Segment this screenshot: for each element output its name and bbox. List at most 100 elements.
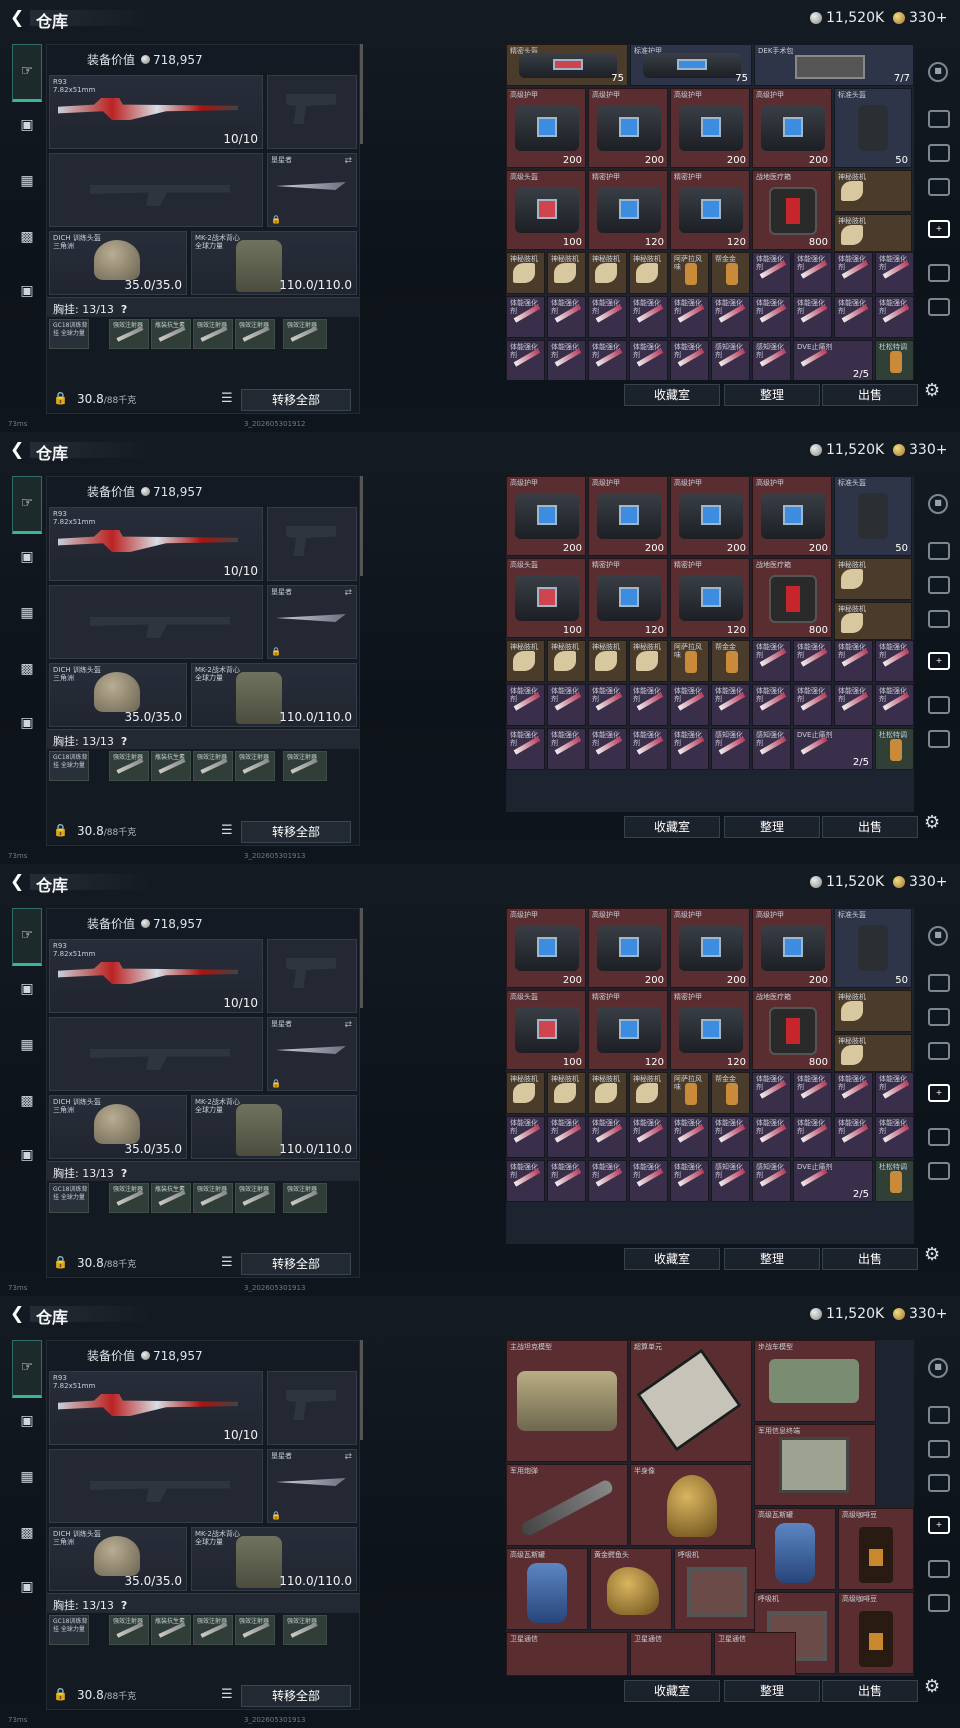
stash-item[interactable]: 体能强化剂: [875, 640, 914, 682]
back-arrow-icon[interactable]: ❮: [10, 873, 26, 891]
container-icon[interactable]: [928, 576, 950, 594]
sidearm-slot[interactable]: [267, 1371, 357, 1445]
stash-item[interactable]: 感知强化剂: [711, 340, 750, 380]
stash-item[interactable]: 高级护甲 200: [506, 476, 586, 556]
stash-item[interactable]: 感知强化剂: [752, 1160, 791, 1202]
container-icon[interactable]: [928, 974, 950, 992]
chest-item[interactable]: 强效注射器: [283, 1615, 327, 1645]
stash-item[interactable]: 神秘肢机: [629, 252, 668, 294]
primary-weapon-slot[interactable]: R93 7.82x51mm 10/10: [49, 939, 263, 1013]
sidearm-slot[interactable]: [267, 507, 357, 581]
container-icon[interactable]: [928, 144, 950, 162]
transfer-all-button[interactable]: 转移全部: [241, 1685, 351, 1707]
backpack-icon[interactable]: ▦: [12, 166, 42, 196]
stash-item[interactable]: 体能强化剂: [834, 1072, 873, 1114]
stash-item[interactable]: 体能强化剂: [875, 252, 914, 294]
stash-item[interactable]: 体能强化剂: [588, 340, 627, 380]
container-icon[interactable]: [928, 1440, 950, 1458]
stash-item[interactable]: 体能强化剂: [506, 684, 545, 726]
list-icon[interactable]: ☰: [221, 391, 237, 407]
secondary-weapon-slot[interactable]: [49, 1449, 263, 1523]
stash-item[interactable]: 卫星通信: [506, 1632, 628, 1676]
list-icon[interactable]: ☰: [221, 1255, 237, 1271]
chest-rig-row[interactable]: 胸挂: 13/13 ?: [47, 297, 359, 317]
melee-slot[interactable]: 垦星者 ⇄ 🔒: [267, 1017, 357, 1091]
vest-icon[interactable]: ▣: [12, 974, 42, 1004]
transfer-all-button[interactable]: 转移全部: [241, 1253, 351, 1275]
helmet-slot[interactable]: DICH 训练头盔 三角洲 35.0/35.0: [49, 1095, 187, 1159]
container-icon[interactable]: [928, 696, 950, 714]
stash-item[interactable]: 帮金金: [711, 252, 750, 294]
silver-currency[interactable]: 11,520K: [810, 874, 884, 890]
stash-item[interactable]: 体能强化剂: [670, 340, 709, 380]
chest-item[interactable]: 强效注射器: [109, 319, 149, 349]
vest-icon[interactable]: ▣: [12, 542, 42, 572]
chest-item[interactable]: 瓶装抗生素: [151, 1183, 191, 1213]
stash-item[interactable]: 主战坦克模型: [506, 1340, 628, 1462]
stash-item[interactable]: 体能强化剂: [506, 728, 545, 770]
armor-slot[interactable]: MK-2战术背心 全球力量 110.0/110.0: [191, 1527, 357, 1591]
storage-icon[interactable]: ▩: [12, 654, 42, 684]
stash-item[interactable]: 帮金金: [711, 640, 750, 682]
stash-item[interactable]: 神秘肢机: [506, 252, 545, 294]
favorites-button[interactable]: 收藏室: [624, 1680, 720, 1702]
stash-item[interactable]: 体能强化剂: [588, 1160, 627, 1202]
stash-item[interactable]: 神秘肢机: [834, 558, 912, 600]
stash-item[interactable]: 体能强化剂: [752, 1072, 791, 1114]
container-icon[interactable]: [928, 730, 950, 748]
stash-item[interactable]: 体能强化剂: [629, 1160, 668, 1202]
chest-item[interactable]: 强效注射器: [109, 751, 149, 781]
swap-icon[interactable]: ⇄: [344, 1452, 352, 1462]
stash-item[interactable]: 体能强化剂: [506, 1116, 545, 1158]
stash-item[interactable]: 神秘肢机: [547, 640, 586, 682]
helmet-slot[interactable]: DICH 训练头盔 三角洲 35.0/35.0: [49, 663, 187, 727]
container-icon[interactable]: [928, 1474, 950, 1492]
gun-icon[interactable]: ☞: [12, 1340, 42, 1398]
favorites-button[interactable]: 收藏室: [624, 1248, 720, 1270]
stash-item[interactable]: 神秘肢机: [629, 640, 668, 682]
chest-rig-slot[interactable]: GC18训练背挂 全球力量: [49, 1615, 89, 1645]
stash-item[interactable]: 阿萨拉风味: [670, 1072, 709, 1114]
stash-item[interactable]: 体能强化剂: [629, 728, 668, 770]
stash-item[interactable]: 高级护甲 200: [588, 908, 668, 988]
stash-item[interactable]: 高级护甲 200: [670, 908, 750, 988]
silver-currency[interactable]: 11,520K: [810, 10, 884, 26]
container-icon[interactable]: [928, 178, 950, 196]
stash-item[interactable]: 战地医疗箱 800: [752, 990, 832, 1070]
stash-item[interactable]: 体能强化剂: [793, 640, 832, 682]
sell-button[interactable]: 出售: [822, 384, 918, 406]
stash-item[interactable]: 高级瓦斯罐: [506, 1548, 588, 1630]
sort-button[interactable]: 整理: [724, 1248, 820, 1270]
melee-slot[interactable]: 垦星者 ⇄ 🔒: [267, 585, 357, 659]
container-icon[interactable]: [928, 1008, 950, 1026]
container-icon[interactable]: [928, 542, 950, 560]
chest-item[interactable]: 瓶装抗生素: [151, 319, 191, 349]
stash-item[interactable]: 体能强化剂: [629, 340, 668, 380]
swap-icon[interactable]: ⇄: [344, 156, 352, 166]
primary-weapon-slot[interactable]: R93 7.82x51mm 10/10: [49, 75, 263, 149]
scrollbar[interactable]: [360, 44, 363, 144]
chest-item[interactable]: 强效注射器: [193, 319, 233, 349]
swap-icon[interactable]: ⇄: [344, 588, 352, 598]
stash-item[interactable]: 感知强化剂: [711, 1160, 750, 1202]
list-icon[interactable]: ☰: [221, 1687, 237, 1703]
back-arrow-icon[interactable]: ❮: [10, 9, 26, 27]
sort-button[interactable]: 整理: [724, 1680, 820, 1702]
stash-item[interactable]: 高级护甲 200: [670, 88, 750, 168]
chest-rig-slot[interactable]: GC18训练背挂 全球力量: [49, 751, 89, 781]
stash-item[interactable]: 阿萨拉风味: [670, 640, 709, 682]
stash-item[interactable]: 体能强化剂: [670, 728, 709, 770]
stash-item[interactable]: 高级护甲 200: [588, 476, 668, 556]
sidearm-slot[interactable]: [267, 939, 357, 1013]
stash-item[interactable]: 体能强化剂: [875, 296, 914, 338]
chest-item[interactable]: 瓶装抗生素: [151, 751, 191, 781]
home-icon[interactable]: ■: [928, 926, 948, 946]
stash-item[interactable]: 神秘肢机: [588, 1072, 627, 1114]
chest-item[interactable]: 强效注射器: [283, 751, 327, 781]
gold-currency[interactable]: 330+: [893, 1306, 947, 1322]
stash-item[interactable]: 杜松特调: [875, 728, 914, 770]
chest-item[interactable]: 强效注射器: [235, 319, 275, 349]
stash-item[interactable]: 体能强化剂: [629, 296, 668, 338]
stash-item[interactable]: 战地医疗箱 800: [752, 558, 832, 638]
stash-item[interactable]: 体能强化剂: [752, 252, 791, 294]
